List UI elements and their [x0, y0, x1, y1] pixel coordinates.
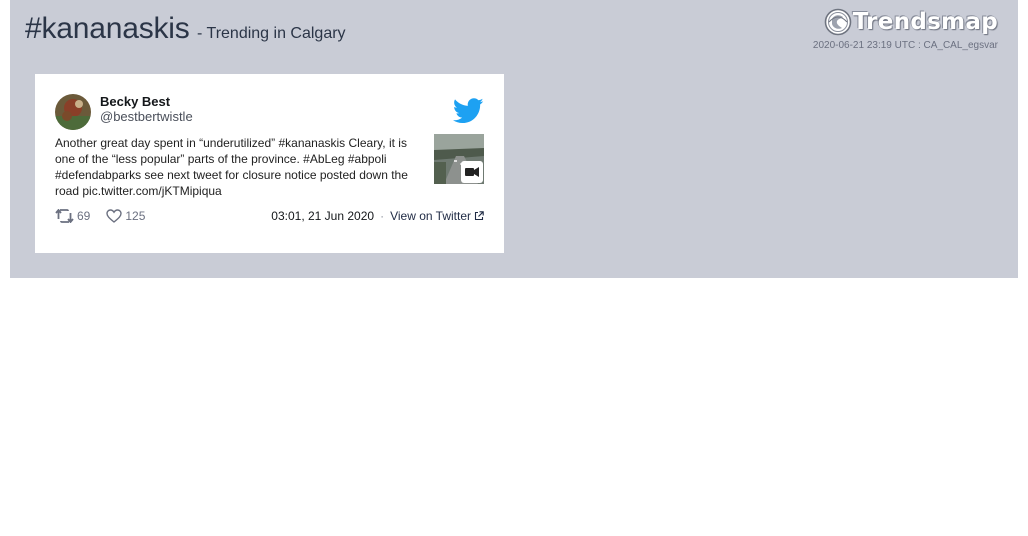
retweet-button[interactable]: 69 [55, 209, 90, 223]
view-on-twitter-link[interactable]: View on Twitter [390, 209, 471, 223]
author-name[interactable]: Becky Best [100, 94, 170, 109]
tweet-text: Another great day spent in “underutilize… [55, 136, 408, 198]
thumbnail-image [434, 134, 484, 184]
avatar-image [55, 94, 91, 130]
hashtag-title[interactable]: #kananaskis [25, 12, 190, 45]
tweet-footer: 03:01, 21 Jun 2020 · View on Twitter [271, 209, 484, 223]
globe-icon [824, 8, 852, 36]
retweet-icon [55, 209, 74, 223]
view-on-twitter-label: View on Twitter [390, 209, 471, 223]
author-handle[interactable]: @bestbertwistle [100, 109, 193, 124]
twitter-bird-icon[interactable] [452, 98, 484, 129]
video-camera-icon [465, 167, 479, 177]
brand-name: Trendsmap [852, 9, 998, 35]
heart-icon [106, 209, 123, 223]
tweet-timestamp[interactable]: 03:01, 21 Jun 2020 [271, 209, 374, 223]
header-panel: #kananaskis - Trending in Calgary Trends… [10, 0, 1018, 278]
media-thumbnail[interactable] [434, 134, 484, 184]
tweet-actions: 69 125 [55, 209, 161, 223]
like-button[interactable]: 125 [106, 209, 145, 223]
timestamp-region: 2020-06-21 23:19 UTC : CA_CAL_egsvar [812, 40, 998, 51]
avatar[interactable] [55, 94, 91, 130]
page-title: #kananaskis - Trending in Calgary [25, 12, 346, 46]
trending-subtitle: - Trending in Calgary [197, 25, 346, 42]
separator: · [380, 209, 385, 223]
trendsmap-logo[interactable]: Trendsmap [824, 7, 998, 37]
external-link-icon[interactable] [474, 211, 484, 221]
tweet-card: Becky Best @bestbertwistle Another great… [35, 74, 504, 253]
retweet-count: 69 [77, 209, 91, 223]
like-count: 125 [125, 209, 146, 223]
